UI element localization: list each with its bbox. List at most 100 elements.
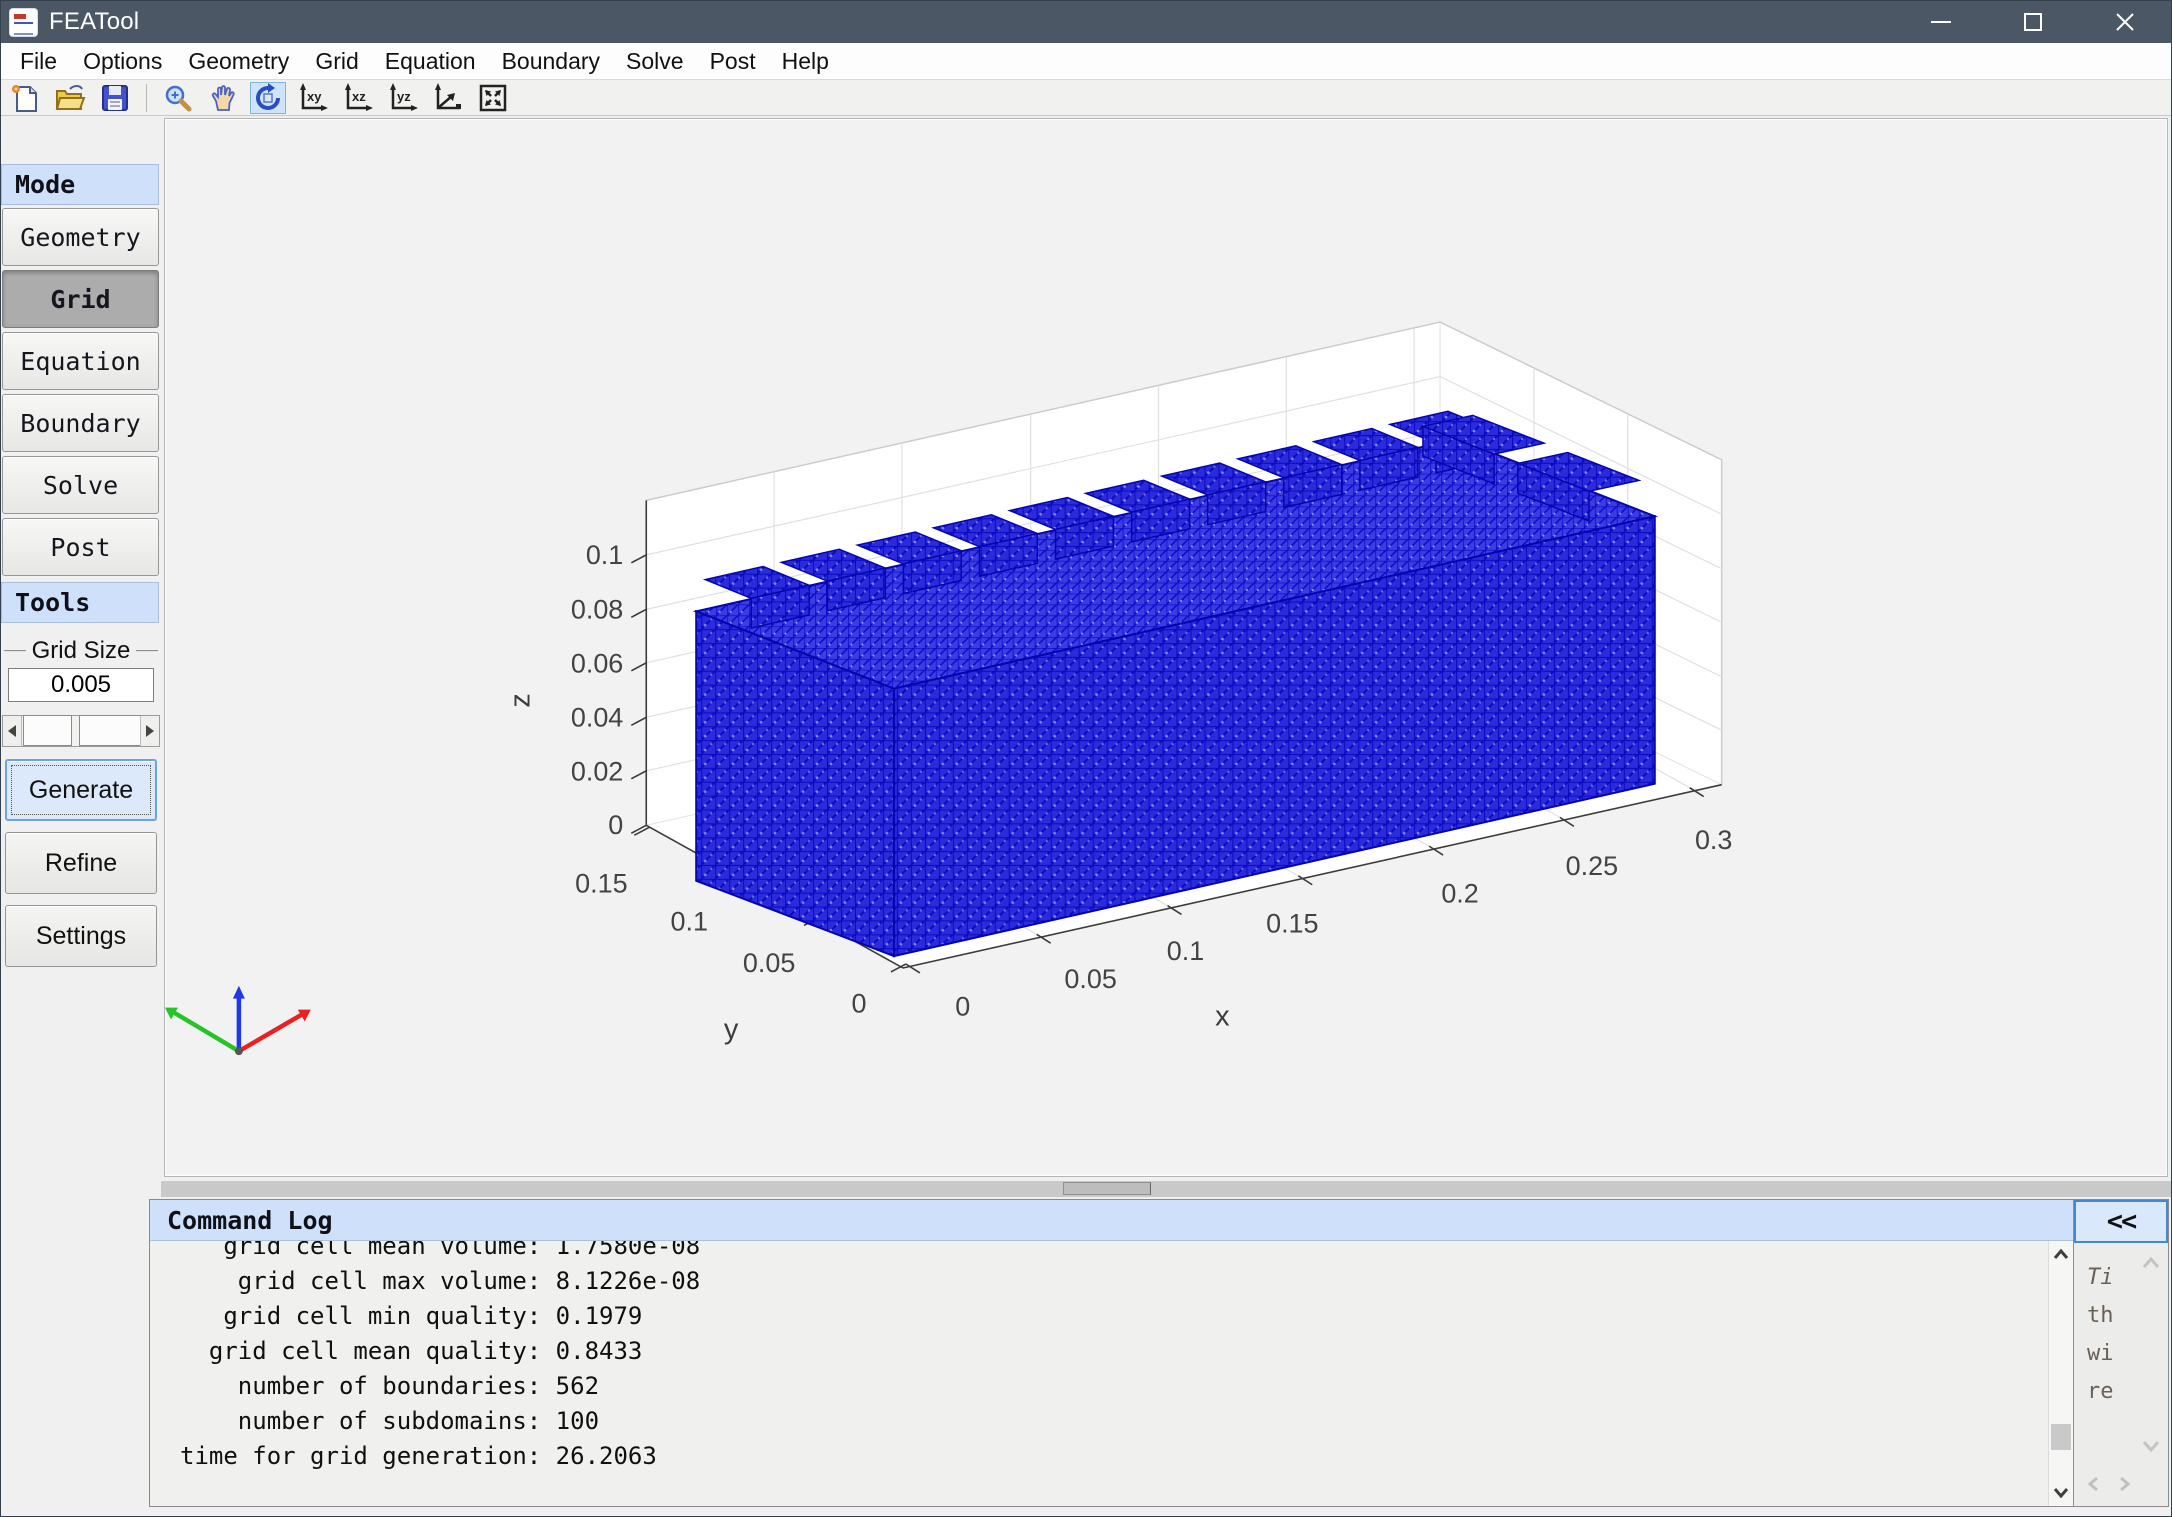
sidebar-item-grid[interactable]: Grid xyxy=(2,270,159,328)
sidebar-item-equation[interactable]: Equation xyxy=(2,332,159,390)
chevron-up-icon xyxy=(2053,1249,2069,1259)
x-tick: 0.05 xyxy=(1064,964,1116,994)
menubar: File Options Geometry Grid Equation Boun… xyxy=(1,43,2171,80)
minimize-button[interactable] xyxy=(1895,1,1987,43)
generate-button[interactable]: Generate xyxy=(5,759,157,821)
tips-panel: Ti th wi re xyxy=(2074,1243,2168,1506)
scroll-up-button[interactable] xyxy=(2049,1241,2073,1267)
slider-thumb-track[interactable] xyxy=(79,715,141,746)
tips-prev-icon[interactable] xyxy=(2086,1476,2100,1492)
menu-help[interactable]: Help xyxy=(769,45,842,78)
x-tick: 0.15 xyxy=(1266,908,1318,938)
z-tick: 0.08 xyxy=(571,594,623,624)
save-model-button[interactable] xyxy=(97,82,133,114)
scroll-down-button[interactable] xyxy=(2049,1480,2073,1506)
save-icon xyxy=(100,83,130,113)
horizontal-splitter[interactable] xyxy=(161,1181,2171,1197)
slider-thumb[interactable] xyxy=(23,715,72,746)
sidebar-item-boundary[interactable]: Boundary xyxy=(2,394,159,452)
menu-boundary[interactable]: Boundary xyxy=(489,45,613,78)
grid-size-input[interactable] xyxy=(8,668,154,702)
open-model-button[interactable] xyxy=(52,82,88,114)
y-tick: 0.1 xyxy=(670,906,707,936)
z-axis-label: z xyxy=(504,693,536,707)
command-log-header: Command Log xyxy=(150,1200,2073,1241)
grid-size-label: Grid Size xyxy=(26,637,137,665)
slider-right-arrow[interactable] xyxy=(140,716,159,746)
scrollbar-thumb[interactable] xyxy=(2051,1424,2071,1450)
featool-window: FEATool File Options Geometry Grid Equat… xyxy=(0,0,2172,1517)
menu-equation[interactable]: Equation xyxy=(372,45,489,78)
rotate-3d-button[interactable] xyxy=(250,82,286,114)
toolbar: xy xz yz xyxy=(1,80,2171,116)
log-line: grid cell max volume: 8.1226e-08 xyxy=(180,1264,2048,1299)
pan-hand-icon xyxy=(208,83,238,113)
new-model-button[interactable] xyxy=(7,82,43,114)
menu-post[interactable]: Post xyxy=(697,45,769,78)
settings-button[interactable]: Settings xyxy=(5,905,157,967)
right-arrow-icon xyxy=(146,725,154,737)
view-xz-button[interactable]: xz xyxy=(340,82,376,114)
log-line: number of boundaries: 562 xyxy=(180,1369,2048,1404)
zoom-extents-button[interactable] xyxy=(475,82,511,114)
refine-button[interactable]: Refine xyxy=(5,832,157,894)
command-log-content: grid cell mean volume: 1.7580e-08 grid c… xyxy=(150,1241,2048,1506)
x-tick: 0.3 xyxy=(1695,825,1732,855)
splitter-handle[interactable] xyxy=(1063,1182,1151,1195)
x-tick: 0.2 xyxy=(1441,879,1478,909)
new-document-icon xyxy=(10,83,40,113)
slider-left-arrow[interactable] xyxy=(3,716,22,746)
sidebar-item-solve[interactable]: Solve xyxy=(2,456,159,514)
yz-plane-icon: yz xyxy=(387,83,419,113)
menu-solve[interactable]: Solve xyxy=(613,45,697,78)
sidebar-item-post[interactable]: Post xyxy=(2,518,159,576)
main-area: 0 0.02 0.04 0.06 0.08 0.1 0 0.05 0.1 0.1… xyxy=(161,116,2171,1517)
grid-plot-3d[interactable]: 0 0.02 0.04 0.06 0.08 0.1 0 0.05 0.1 0.1… xyxy=(165,119,2167,1176)
toolbar-separator xyxy=(146,84,147,112)
log-scrollbar[interactable] xyxy=(2048,1241,2073,1506)
z-tick: 0.1 xyxy=(586,540,623,570)
chevron-down-icon xyxy=(2053,1488,2069,1498)
pan-tool-button[interactable] xyxy=(205,82,241,114)
x-tick: 0 xyxy=(955,992,970,1022)
tips-scroll-up-icon[interactable] xyxy=(2142,1257,2160,1268)
z-tick: 0.04 xyxy=(571,702,624,732)
log-line: number of subdomains: 100 xyxy=(180,1404,2048,1439)
app-logo-icon xyxy=(10,9,37,36)
sidebar-item-geometry[interactable]: Geometry xyxy=(2,208,159,266)
window-controls xyxy=(1895,1,2171,43)
command-log-left: Command Log grid cell mean volume: 1.758… xyxy=(150,1200,2073,1506)
tips-scroll-down-icon[interactable] xyxy=(2142,1441,2160,1452)
command-log-body: grid cell mean volume: 1.7580e-08 grid c… xyxy=(150,1241,2073,1506)
xz-label: xz xyxy=(352,89,366,104)
tip-text-line: re xyxy=(2087,1373,2168,1411)
menu-geometry[interactable]: Geometry xyxy=(175,45,302,78)
tip-text-line: wi xyxy=(2087,1335,2168,1373)
maximize-icon xyxy=(2024,13,2042,31)
log-line: grid cell mean quality: 0.8433 xyxy=(180,1334,2048,1369)
x-axis-label: x xyxy=(1215,1001,1230,1033)
y-tick: 0.15 xyxy=(575,869,627,899)
expand-icon xyxy=(478,83,508,113)
xy-plane-icon: xy xyxy=(297,83,329,113)
tools-header: Tools xyxy=(1,582,159,623)
plot-panel[interactable]: 0 0.02 0.04 0.06 0.08 0.1 0 0.05 0.1 0.1… xyxy=(164,118,2168,1177)
menu-options[interactable]: Options xyxy=(70,45,175,78)
content-area: Mode Geometry Grid Equation Boundary Sol… xyxy=(1,116,2171,1517)
rotate-3d-icon xyxy=(253,83,283,113)
window-title: FEATool xyxy=(49,8,139,36)
zoom-tool-button[interactable] xyxy=(160,82,196,114)
tips-next-icon[interactable] xyxy=(2118,1476,2132,1492)
maximize-button[interactable] xyxy=(1987,1,2079,43)
view-yz-button[interactable]: yz xyxy=(385,82,421,114)
view-3d-button[interactable] xyxy=(430,82,466,114)
log-line: grid cell min quality: 0.1979 xyxy=(180,1299,2048,1334)
view-xy-button[interactable]: xy xyxy=(295,82,331,114)
grid-size-slider[interactable] xyxy=(2,715,160,747)
close-icon xyxy=(2115,12,2135,32)
menu-grid[interactable]: Grid xyxy=(302,45,371,78)
xz-plane-icon: xz xyxy=(342,83,374,113)
close-button[interactable] xyxy=(2079,1,2171,43)
collapse-log-button[interactable]: << xyxy=(2074,1200,2168,1243)
menu-file[interactable]: File xyxy=(7,45,70,78)
